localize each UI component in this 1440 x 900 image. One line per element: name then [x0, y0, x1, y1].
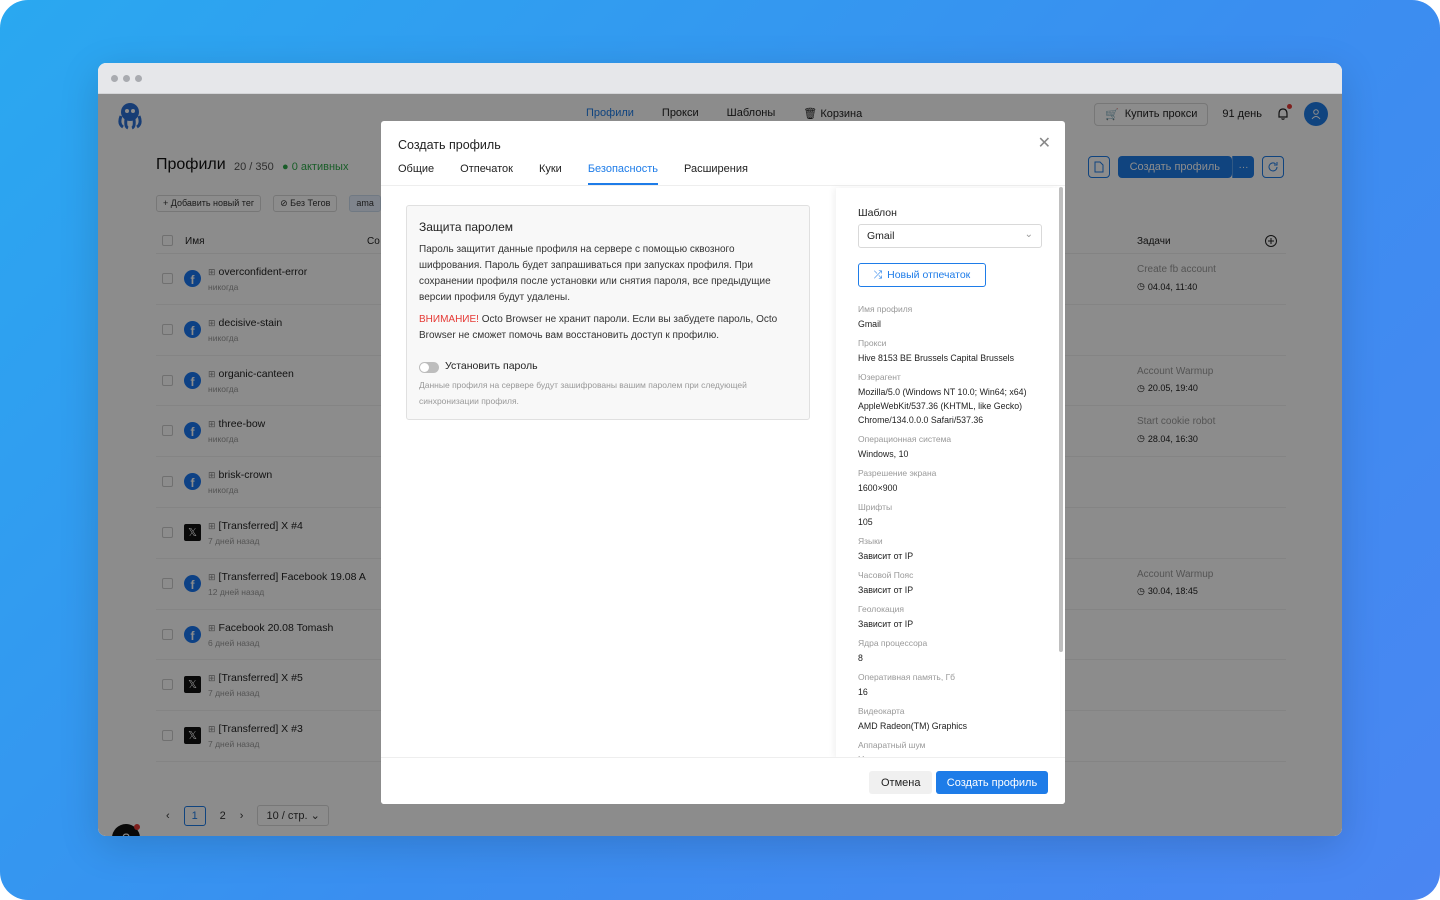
cancel-button[interactable]: Отмена	[869, 771, 933, 794]
side-scrollbar[interactable]	[1059, 187, 1063, 652]
field-value: Mozilla/5.0 (Windows NT 10.0; Win64; x64…	[858, 387, 1027, 425]
field-value: Зависит от IP	[858, 619, 914, 629]
tab-fingerprint[interactable]: Отпечаток	[460, 163, 513, 185]
field-value: 105	[858, 517, 873, 527]
field-value: Hive 8153 BE Brussels Capital Brussels	[858, 353, 1014, 363]
field-label: Геолокация	[858, 604, 904, 614]
tab-extensions[interactable]: Расширения	[684, 163, 748, 185]
field-label: Шрифты	[858, 502, 893, 512]
window-titlebar	[98, 63, 1342, 94]
window-dot[interactable]	[135, 74, 142, 82]
tabs-divider	[381, 185, 1065, 186]
tab-security[interactable]: Безопасность	[587, 163, 658, 185]
modal-title: Создать профиль	[398, 138, 501, 152]
field-label: Операционная система	[858, 434, 952, 444]
panel-warning: ВНИМАНИЕ! Octo Browser не хранит пароли.…	[419, 312, 791, 344]
field-value: Gmail	[858, 319, 881, 329]
panel-description: Пароль защитит данные профиля на сервере…	[419, 244, 771, 303]
field-label: Юзерагент	[858, 372, 901, 382]
create-profile-submit-button[interactable]: Создать профиль	[936, 771, 1048, 794]
modal-footer: Отмена Создать профиль	[381, 757, 1065, 804]
field-label: Ядра процессора	[858, 638, 928, 648]
panel-title: Защита паролем	[419, 220, 514, 234]
set-password-toggle[interactable]	[419, 362, 439, 373]
field-label: Часовой Пояс	[858, 570, 914, 580]
template-label: Шаблон	[858, 207, 897, 219]
tab-general[interactable]: Общие	[398, 163, 434, 185]
window-dot[interactable]	[111, 74, 118, 82]
password-protection-panel: Защита паролем Пароль защитит данные про…	[406, 205, 810, 420]
new-fingerprint-button[interactable]: ⤮ Новый отпечаток	[858, 263, 986, 287]
field-value: AMD Radeon(TM) Graphics	[858, 721, 968, 731]
create-profile-modal: Создать профиль ✕ Общие Отпечаток Куки Б…	[381, 121, 1065, 804]
chevron-down-icon: ⌄	[1024, 229, 1033, 240]
template-value: Gmail	[867, 230, 895, 242]
tab-cookies[interactable]: Куки	[539, 163, 562, 185]
field-label: Разрешение экрана	[858, 468, 937, 478]
profile-summary-panel: Шаблон Gmail ⌄ ⤮ Новый отпечаток Имя про…	[836, 188, 1060, 758]
field-label: Языки	[858, 536, 883, 546]
window-dot[interactable]	[123, 74, 130, 82]
field-label: Имя профиля	[858, 304, 913, 314]
field-label: Аппаратный шум	[858, 740, 926, 750]
field-value: Зависит от IP	[858, 585, 914, 595]
warning-prefix: ВНИМАНИЕ!	[419, 314, 479, 325]
set-password-label: Установить пароль	[445, 360, 538, 372]
field-value: 1600×900	[858, 483, 898, 493]
field-value: 16	[858, 687, 868, 697]
template-select[interactable]: Gmail ⌄	[858, 224, 1042, 248]
field-value: Зависит от IP	[858, 551, 914, 561]
field-value: Windows, 10	[858, 449, 909, 459]
close-icon[interactable]: ✕	[1038, 133, 1051, 153]
field-value: 8	[858, 653, 863, 663]
new-fingerprint-label: Новый отпечаток	[887, 269, 971, 281]
shuffle-icon: ⤮	[873, 268, 883, 281]
modal-tabs: Общие Отпечаток Куки Безопасность Расшир…	[398, 163, 748, 185]
password-hint: Данные профиля на сервере будут зашифров…	[419, 380, 747, 406]
field-label: Оперативная память, Гб	[858, 672, 956, 682]
field-label: Прокси	[858, 338, 887, 348]
field-label: Видеокарта	[858, 706, 905, 716]
